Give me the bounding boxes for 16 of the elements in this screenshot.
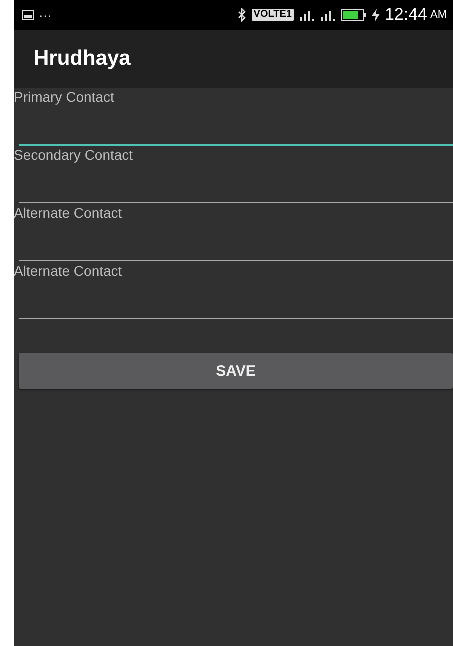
signal-icon (320, 9, 336, 21)
volte-badge: VOLTE1 (252, 9, 294, 21)
charging-icon (372, 8, 380, 22)
battery-icon (340, 9, 367, 21)
clock-time: 12:44 (384, 5, 428, 25)
field-label: Alternate Contact (14, 262, 122, 280)
clock-meridiem: AM (430, 9, 447, 21)
field-label: Alternate Contact (14, 204, 122, 222)
image-icon (22, 10, 34, 20)
field-label: Primary Contact (14, 88, 114, 106)
bluetooth-icon (238, 8, 247, 22)
signal-icon (298, 9, 315, 21)
notification-dots: ··· (39, 8, 52, 22)
save-button[interactable]: SAVE (19, 353, 453, 389)
app-title: Hrudhaya (34, 47, 131, 71)
field-label: Secondary Contact (14, 146, 134, 164)
